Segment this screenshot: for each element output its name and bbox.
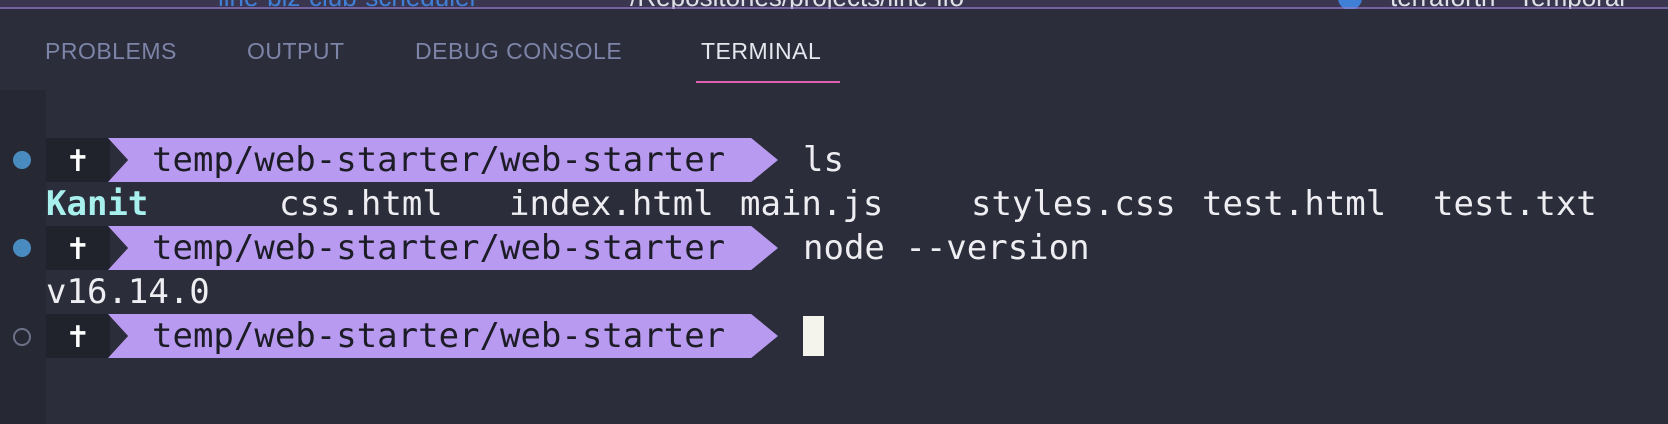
output-dir-entry: Kanit [46, 184, 149, 224]
prompt-path-segment: temp/web-starter/web-starter [108, 314, 778, 358]
prompt-path-segment: temp/web-starter/web-starter [108, 138, 778, 182]
panel-tabs: PROBLEMS OUTPUT DEBUG CONSOLE TERMINAL [0, 10, 1668, 90]
command-text: ls [803, 140, 844, 180]
output-file-entry: test.html [1202, 184, 1387, 224]
output-file-entry: index.html [509, 184, 714, 224]
prompt-line: ✝ temp/web-starter/web-starter node --ve… [0, 226, 1668, 270]
prompt-user-segment: ✝ [46, 138, 110, 182]
command-text: node --version [803, 228, 1090, 268]
prompt-line-current: ✝ temp/web-starter/web-starter [0, 314, 1668, 358]
terminal[interactable]: ✝ temp/web-starter/web-starter ls Kanit … [0, 90, 1668, 424]
tab-output[interactable]: OUTPUT [247, 38, 345, 65]
divider [0, 7, 1668, 9]
prompt-line: ✝ temp/web-starter/web-starter ls [0, 138, 1668, 182]
command-output: v16.14.0 [0, 270, 1668, 314]
tab-problems[interactable]: PROBLEMS [45, 38, 177, 65]
output-text: v16.14.0 [46, 272, 210, 312]
output-file-entry: styles.css [971, 184, 1176, 224]
tab-debug-console[interactable]: DEBUG CONSOLE [415, 38, 622, 65]
output-file-entry: test.txt [1433, 184, 1597, 224]
output-file-entry: main.js [740, 184, 884, 224]
output-file-entry: css.html [279, 184, 443, 224]
command-output: Kanit css.html index.html main.js styles… [0, 182, 1668, 226]
terminal-cursor[interactable] [803, 316, 824, 356]
active-tab-indicator [696, 81, 840, 83]
editor-tab-strip-remnant: line-biz-club-scheduler ~/Repositories/p… [0, 0, 1668, 9]
command-success-decoration-icon[interactable] [13, 151, 31, 169]
command-success-decoration-icon[interactable] [13, 239, 31, 257]
prompt-user-segment: ✝ [46, 226, 110, 270]
command-pending-decoration-icon[interactable] [13, 328, 31, 346]
prompt-user-segment: ✝ [46, 314, 110, 358]
prompt-path-segment: temp/web-starter/web-starter [108, 226, 778, 270]
tab-terminal[interactable]: TERMINAL [701, 38, 821, 65]
